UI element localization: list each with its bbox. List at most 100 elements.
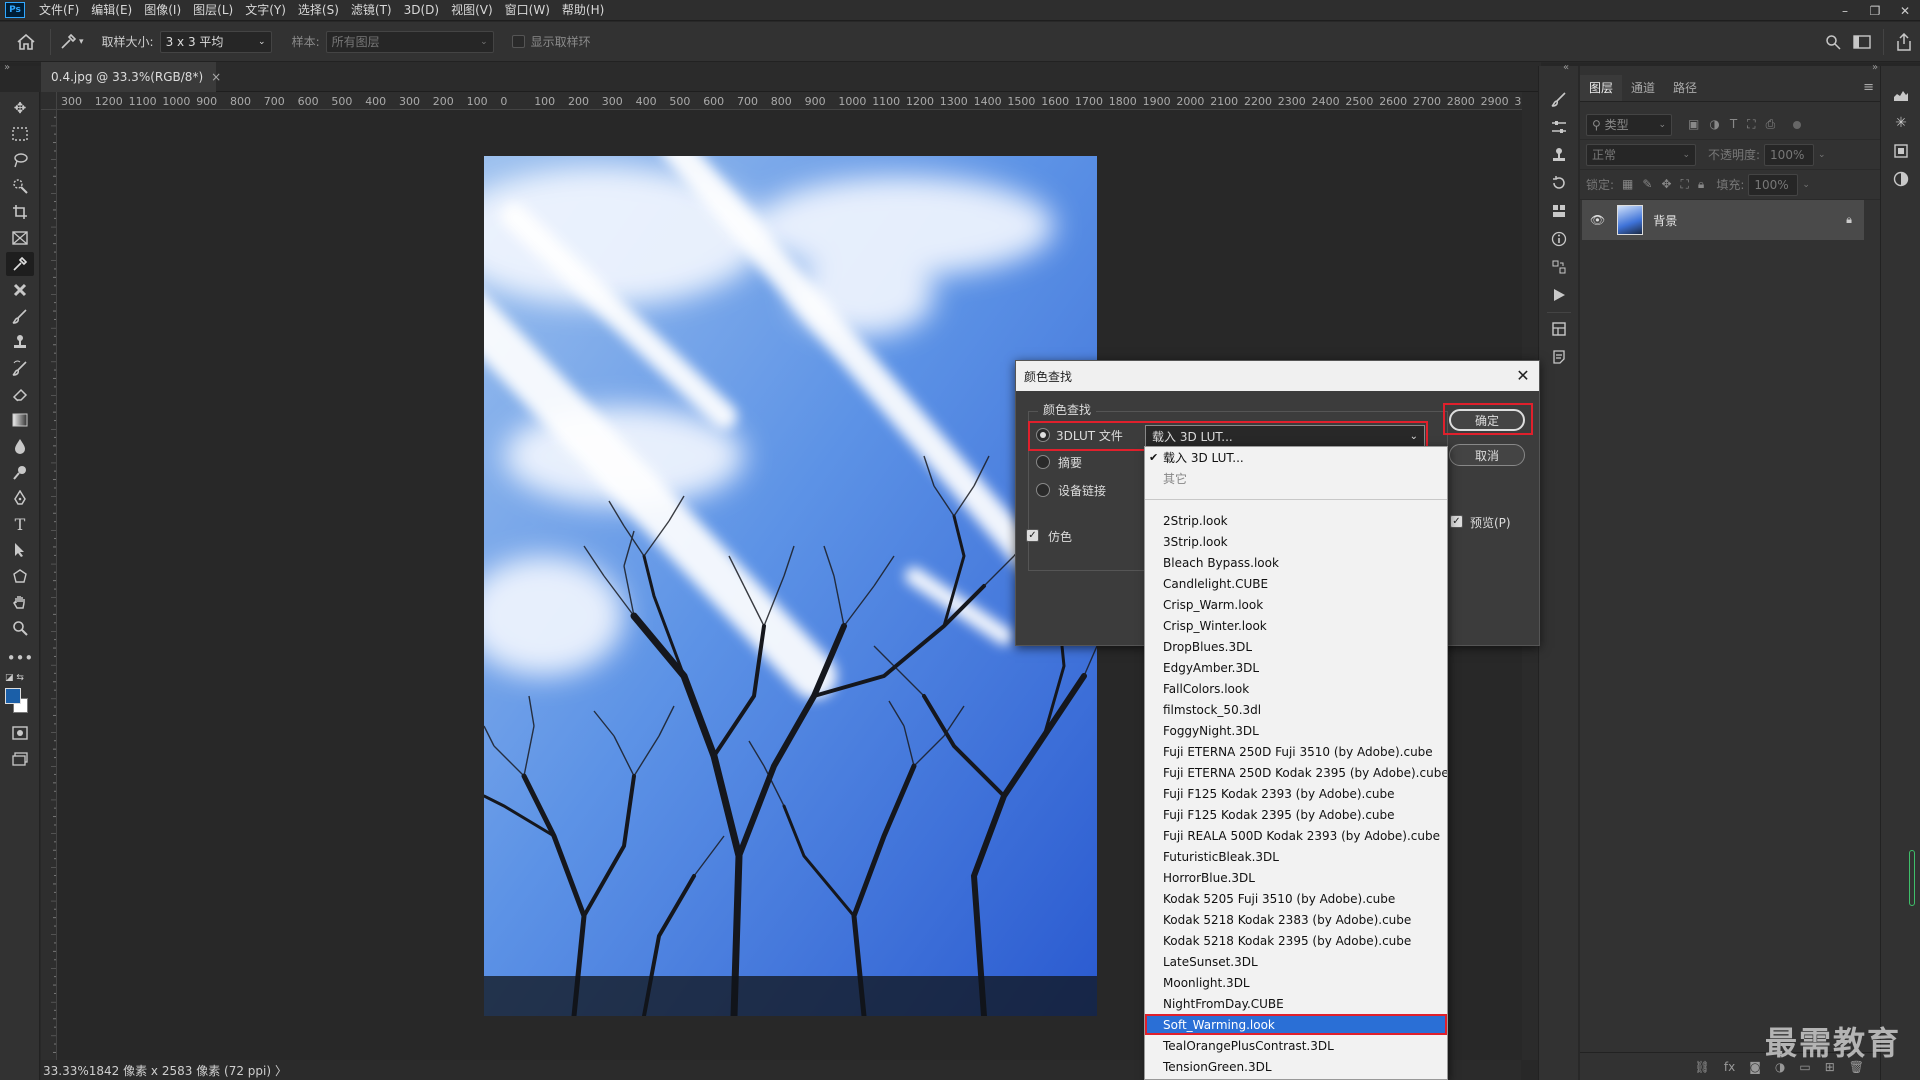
info-icon[interactable] [1547, 228, 1571, 250]
lut-option[interactable]: Soft_Warming.look [1145, 1014, 1447, 1035]
minimize-button[interactable]: – [1830, 0, 1860, 21]
screen-mode-icon[interactable] [6, 747, 34, 771]
lut-option[interactable]: EdgyAmber.3DL [1145, 657, 1447, 678]
lut-option[interactable]: Kodak 5218 Kodak 2395 (by Adobe).cube [1145, 930, 1447, 951]
lut-option[interactable]: FoggyNight.3DL [1145, 720, 1447, 741]
home-icon[interactable] [10, 26, 42, 58]
filter-adjustment-icon[interactable]: ◑ [1709, 117, 1719, 132]
crop-tool-icon[interactable] [6, 200, 34, 224]
libraries-icon[interactable] [1889, 140, 1913, 162]
menu-item[interactable]: 编辑(E) [85, 0, 138, 21]
eraser-tool-icon[interactable] [6, 382, 34, 406]
menu-item[interactable]: 帮助(H) [556, 0, 610, 21]
document-tab[interactable]: 0.4.jpg @ 33.3%(RGB/8*) × [41, 62, 221, 92]
link-layers-icon[interactable]: ⛓ [1695, 1060, 1710, 1074]
lut-option[interactable]: Fuji ETERNA 250D Fuji 3510 (by Adobe).cu… [1145, 741, 1447, 762]
move-tool-icon[interactable]: ✥ [6, 96, 34, 120]
layer-style-icon[interactable]: fx [1724, 1060, 1735, 1074]
lut-option[interactable]: HorrorBlue.3DL [1145, 867, 1447, 888]
actions-play-icon[interactable] [1547, 284, 1571, 306]
navigator-icon[interactable]: ✳ [1889, 112, 1913, 134]
lock-artboard-icon[interactable]: ⛶ [1681, 177, 1689, 192]
hand-tool-icon[interactable] [6, 590, 34, 614]
lut-option[interactable]: TealOrangePlusContrast.3DL [1145, 1035, 1447, 1056]
marquee-tool-icon[interactable] [6, 122, 34, 146]
swap-colors-icon[interactable]: ◪ ⇆ [5, 673, 33, 685]
histogram-icon[interactable] [1889, 84, 1913, 106]
lut-option[interactable]: Crisp_Warm.look [1145, 594, 1447, 615]
quick-mask-icon[interactable] [6, 721, 34, 745]
filter-type-icon[interactable]: T [1730, 117, 1737, 132]
visibility-eye-icon[interactable]: 👁︎ [1590, 213, 1605, 227]
menu-item[interactable]: 文字(Y) [239, 0, 292, 21]
more-tools-icon[interactable]: ••• [6, 646, 34, 670]
document-image[interactable] [484, 156, 1097, 1016]
history-icon[interactable] [1547, 172, 1571, 194]
filter-pixel-icon[interactable]: ▣ [1688, 117, 1699, 132]
menu-item[interactable]: 滤镜(T) [345, 0, 398, 21]
foreground-color-swatch[interactable] [5, 688, 21, 704]
close-tab-icon[interactable]: × [211, 70, 221, 84]
frame-tool-icon[interactable] [6, 226, 34, 250]
lut-option[interactable]: Crisp_Winter.look [1145, 615, 1447, 636]
lut-option[interactable]: Moonlight.3DL [1145, 972, 1447, 993]
share-icon[interactable] [1896, 33, 1912, 51]
lut-option[interactable]: FallColors.look [1145, 678, 1447, 699]
menu-item[interactable]: 选择(S) [292, 0, 345, 21]
filter-toggle-icon[interactable] [1793, 120, 1802, 129]
collapse-icon[interactable]: « [1563, 62, 1569, 73]
search-icon[interactable] [1825, 34, 1841, 50]
gradient-tool-icon[interactable] [6, 408, 34, 432]
pen-tool-icon[interactable] [6, 486, 34, 510]
healing-brush-tool-icon[interactable] [6, 278, 34, 302]
lut-option[interactable]: Fuji ETERNA 250D Kodak 2395 (by Adobe).c… [1145, 762, 1447, 783]
lut-option[interactable]: 2Strip.look [1145, 510, 1447, 531]
lut-option[interactable]: FuturisticBleak.3DL [1145, 846, 1447, 867]
tab-paths[interactable]: 路径 [1664, 75, 1706, 101]
timeline-icon[interactable] [1547, 256, 1571, 278]
swatches-icon[interactable] [1547, 200, 1571, 222]
layer-row-background[interactable]: 👁︎ 背景 🔒︎ [1582, 200, 1864, 240]
blend-mode-dropdown[interactable]: 正常 ⌄ [1586, 143, 1696, 166]
brush-tool-icon[interactable] [6, 304, 34, 328]
add-mask-icon[interactable]: ◙ [1749, 1060, 1761, 1074]
sample-dropdown[interactable]: 所有图层 ⌄ [325, 30, 494, 53]
path-selection-tool-icon[interactable] [6, 538, 34, 562]
lut-option[interactable]: Fuji F125 Kodak 2393 (by Adobe).cube [1145, 783, 1447, 804]
status-menu-arrow[interactable]: 〉 [275, 1062, 287, 1079]
lock-transparent-icon[interactable]: ▦ [1622, 177, 1633, 192]
menu-item[interactable]: 3D(D) [398, 0, 445, 21]
radio-device-link[interactable] [1036, 483, 1050, 497]
ruler-origin[interactable] [41, 92, 57, 110]
tab-layers[interactable]: 图层 [1580, 75, 1623, 101]
radio-abstract[interactable] [1036, 455, 1050, 469]
clone-source-icon[interactable] [1547, 144, 1571, 166]
eyedropper-tool-preset[interactable]: ▾ [59, 33, 84, 51]
dither-checkbox[interactable]: ✓ [1026, 529, 1039, 542]
menu-item[interactable]: 窗口(W) [499, 0, 556, 21]
menu-item[interactable]: 图层(L) [187, 0, 239, 21]
lut-option[interactable]: Kodak 5218 Kodak 2383 (by Adobe).cube [1145, 909, 1447, 930]
lut-option[interactable]: Bleach Bypass.look [1145, 552, 1447, 573]
quick-selection-tool-icon[interactable] [6, 174, 34, 198]
show-sampling-ring-checkbox[interactable] [511, 35, 525, 48]
opacity-field[interactable]: 100% [1764, 143, 1815, 166]
lut-option[interactable]: 3Strip.look [1145, 531, 1447, 552]
menu-item[interactable]: 文件(F) [33, 0, 85, 21]
restore-button[interactable]: ❐ [1860, 0, 1890, 21]
lut-option[interactable]: Fuji F125 Kodak 2395 (by Adobe).cube [1145, 804, 1447, 825]
cancel-button[interactable]: 取消 [1449, 444, 1525, 466]
lut-option[interactable]: Fuji REALA 500D Kodak 2393 (by Adobe).cu… [1145, 825, 1447, 846]
color-icon[interactable] [1889, 168, 1913, 190]
lut-option[interactable]: Kodak 5205 Fuji 3510 (by Adobe).cube [1145, 888, 1447, 909]
tab-channels[interactable]: 通道 [1622, 75, 1664, 101]
lut-option-header[interactable]: ✔ 载入 3D LUT... [1145, 447, 1447, 468]
lut-option[interactable]: filmstock_50.3dl [1145, 699, 1447, 720]
filter-smart-object-icon[interactable]: ⎙ [1766, 117, 1776, 132]
panel-menu-icon[interactable]: ≡ [1863, 75, 1874, 101]
preview-checkbox[interactable]: ✓ [1450, 515, 1463, 528]
brush-settings-icon[interactable] [1547, 88, 1571, 110]
filter-shape-icon[interactable]: ⛶ [1747, 117, 1755, 132]
history-brush-tool-icon[interactable] [6, 356, 34, 380]
lut-option[interactable]: LateSunset.3DL [1145, 951, 1447, 972]
